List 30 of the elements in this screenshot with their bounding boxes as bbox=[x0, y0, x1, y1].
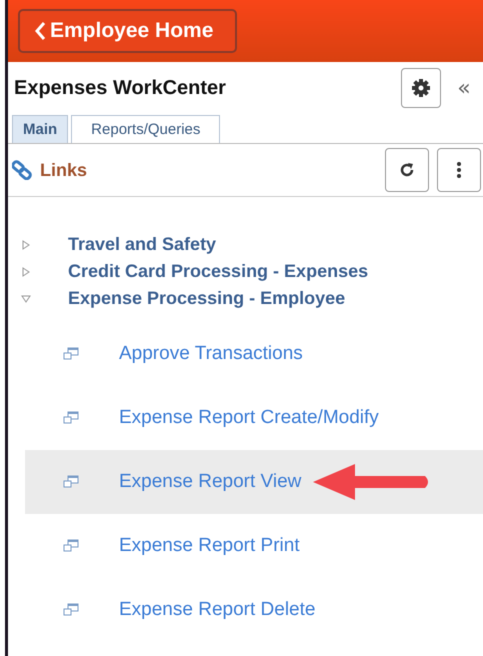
menu-link[interactable]: Expense Report Print bbox=[119, 535, 300, 557]
panel-title: Expenses WorkCenter bbox=[14, 76, 227, 100]
link-icon bbox=[12, 160, 32, 180]
menu-link[interactable]: Approve Transactions bbox=[119, 343, 303, 365]
more-button[interactable] bbox=[437, 148, 481, 192]
triangle-right-icon[interactable] bbox=[21, 240, 31, 250]
folder-link[interactable]: Credit Card Processing - Expenses bbox=[68, 261, 368, 282]
menu-link[interactable]: Expense Report Delete bbox=[119, 599, 316, 621]
folder-link[interactable]: Travel and Safety bbox=[68, 234, 216, 255]
triangle-right-icon[interactable] bbox=[21, 266, 31, 276]
window-icon bbox=[63, 475, 79, 489]
collapse-button[interactable]: « bbox=[441, 76, 477, 100]
window-icon bbox=[63, 347, 79, 361]
refresh-icon bbox=[399, 162, 415, 178]
chevron-left-icon bbox=[34, 21, 46, 41]
window-icon bbox=[63, 539, 79, 553]
menu-link[interactable]: Expense Report Create/Modify bbox=[119, 407, 379, 429]
section-title: Links bbox=[40, 160, 88, 180]
menu-link[interactable]: Expense Report View bbox=[119, 471, 302, 493]
settings-button[interactable] bbox=[401, 68, 441, 108]
window-icon bbox=[63, 603, 79, 617]
tab[interactable]: Reports/Queries bbox=[71, 115, 220, 143]
tab[interactable]: Main bbox=[12, 115, 68, 143]
refresh-button[interactable] bbox=[385, 148, 429, 192]
folder-link[interactable]: Expense Processing - Employee bbox=[68, 288, 346, 309]
window-icon bbox=[63, 411, 79, 425]
more-icon bbox=[456, 161, 462, 179]
back-button[interactable]: Employee Home bbox=[18, 9, 238, 53]
triangle-down-icon[interactable] bbox=[21, 294, 31, 304]
settings-icon bbox=[411, 78, 431, 98]
